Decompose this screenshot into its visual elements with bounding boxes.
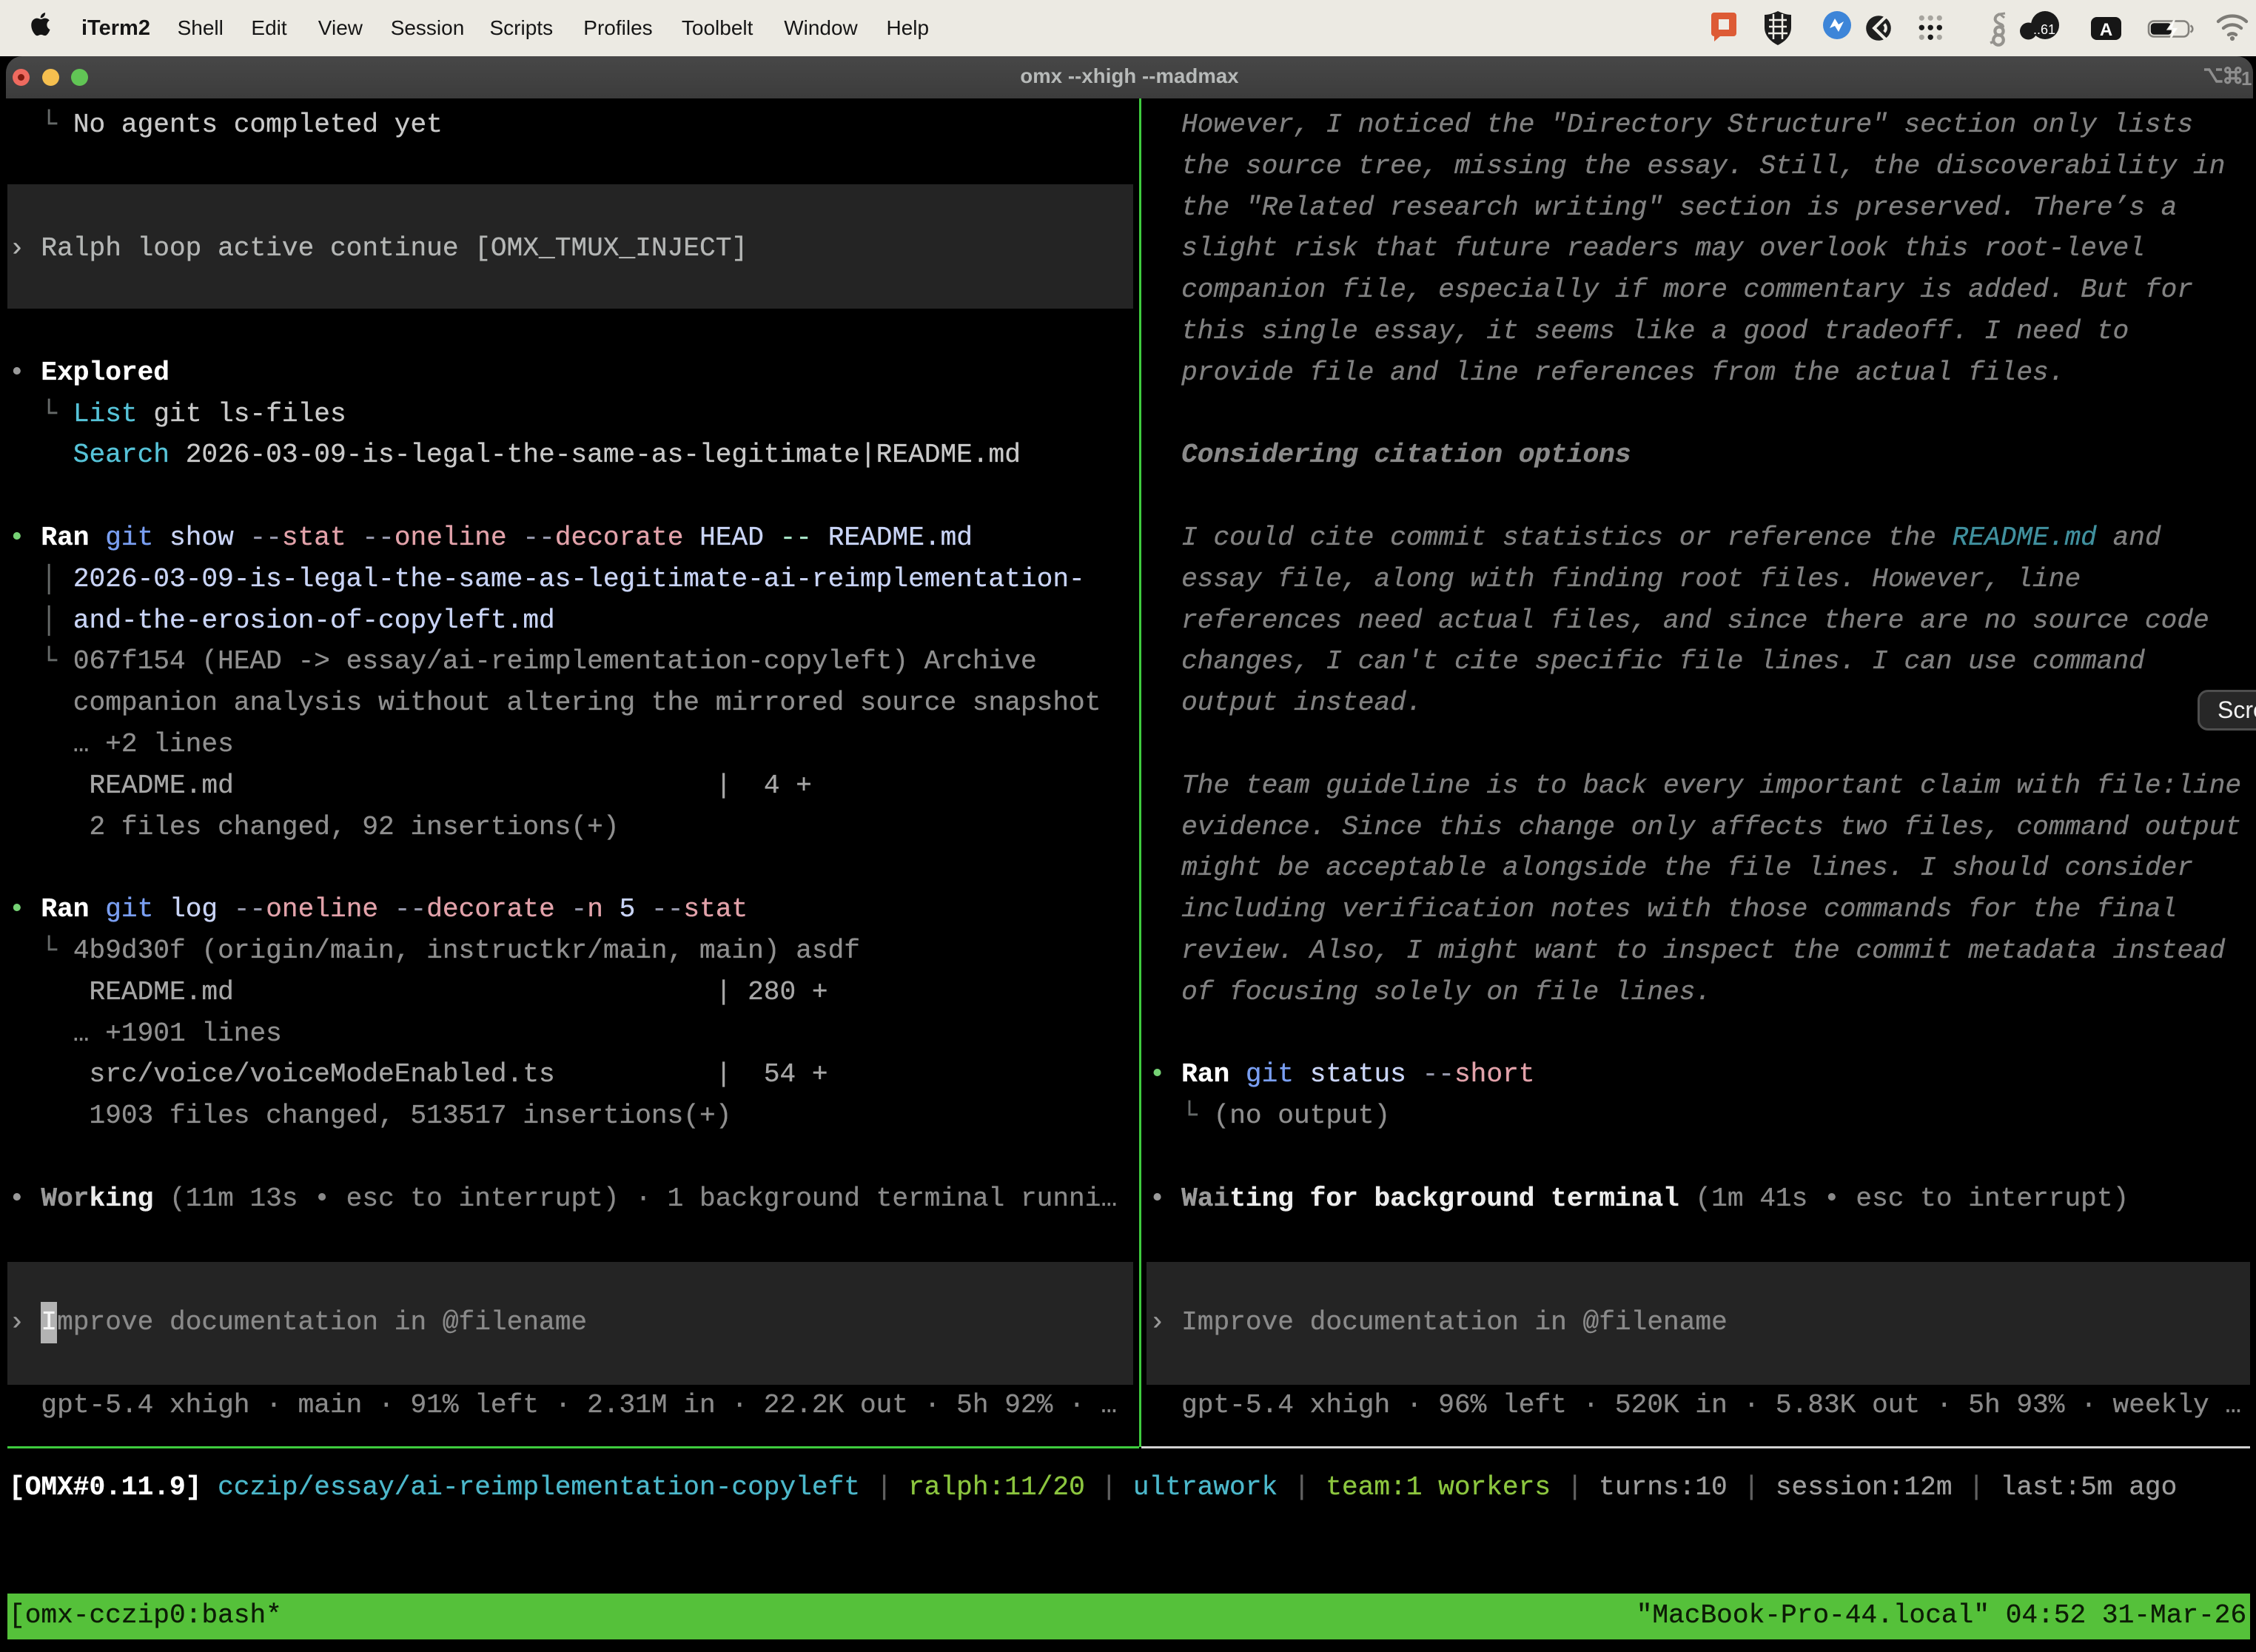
- svg-text:A: A: [2100, 20, 2112, 40]
- svg-text:..61: ..61: [2033, 22, 2055, 37]
